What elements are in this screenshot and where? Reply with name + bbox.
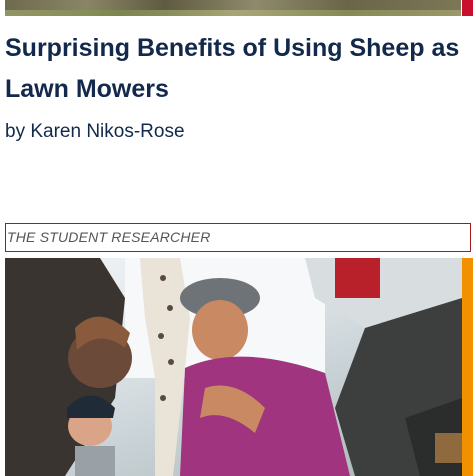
section-label-box[interactable]: THE STUDENT RESEARCHER (5, 223, 471, 252)
photo-illustration (5, 258, 462, 476)
researchers-photo[interactable] (5, 258, 462, 476)
accent-bar-orange (462, 258, 473, 476)
hero-image-sheep[interactable] (5, 0, 461, 16)
accent-bar-red (462, 0, 473, 16)
article-byline: by Karen Nikos-Rose (5, 121, 185, 142)
article-headline-link[interactable]: Surprising Benefits of Using Sheep as La… (5, 28, 473, 110)
